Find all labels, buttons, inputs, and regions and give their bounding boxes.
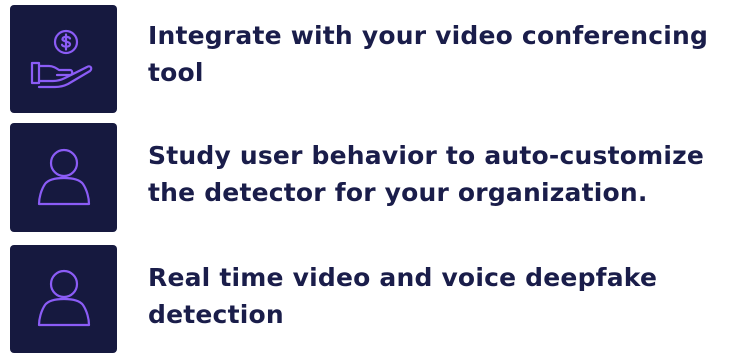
feature-item-deepfake-detection: Real time video and voice deepfake detec… <box>0 0 753 353</box>
user-icon <box>37 148 90 205</box>
feature-list: Integrate with your video conferencing t… <box>0 0 753 353</box>
user-icon <box>37 269 90 327</box>
icon-tile <box>10 245 117 353</box>
icon-tile <box>10 123 117 232</box>
feature-text: Study user behavior to auto-customize th… <box>148 141 705 207</box>
feature-text: Real time video and voice deepfake detec… <box>148 263 658 329</box>
